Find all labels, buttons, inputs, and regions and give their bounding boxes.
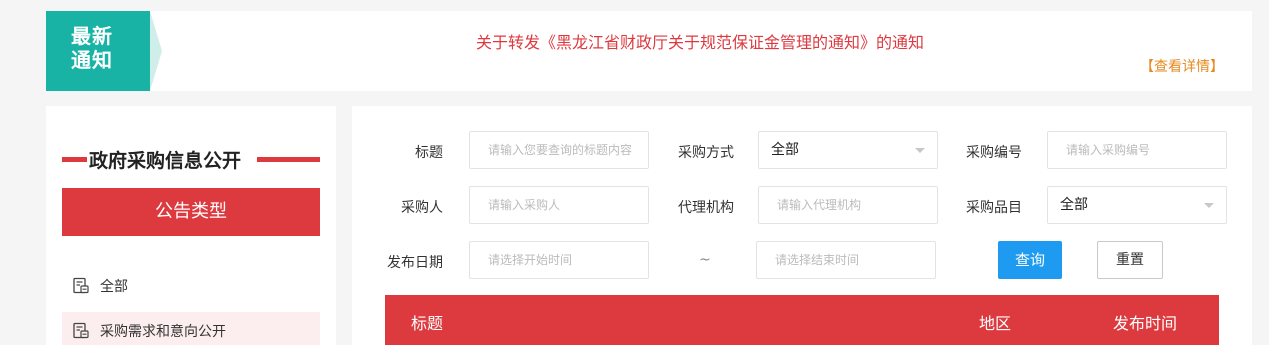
query-button[interactable]: 查询 bbox=[998, 241, 1062, 279]
badge-line-1: 最新 bbox=[71, 24, 113, 48]
sidebar: 政府采购信息公开 公告类型 全部 采购需求和意向公开 bbox=[46, 106, 336, 345]
announcement-type-header: 公告类型 bbox=[62, 188, 320, 236]
heading-decor-right bbox=[257, 157, 320, 162]
buyer-input[interactable]: 请输入采购人 bbox=[469, 186, 649, 224]
title-input[interactable]: 请输入您要查询的标题内容 bbox=[469, 131, 649, 169]
method-select[interactable]: 全部 bbox=[758, 131, 938, 169]
date-label: 发布日期 bbox=[387, 255, 443, 271]
sidebar-heading: 政府采购信息公开 bbox=[62, 146, 320, 172]
category-label: 采购品目 bbox=[966, 200, 1022, 216]
badge-arrow-tip bbox=[150, 11, 162, 91]
sidebar-item-procurement-intent[interactable]: 采购需求和意向公开 bbox=[62, 312, 320, 345]
view-details-link[interactable]: 【查看详情】 bbox=[1140, 56, 1224, 76]
category-select-value: 全部 bbox=[1060, 197, 1088, 213]
agency-label: 代理机构 bbox=[678, 200, 734, 216]
end-date-input[interactable]: 请选择结束时间 bbox=[756, 241, 936, 279]
sidebar-heading-text: 政府采购信息公开 bbox=[89, 150, 242, 172]
column-header-title: 标题 bbox=[411, 314, 444, 333]
start-date-input[interactable]: 请选择开始时间 bbox=[469, 241, 649, 279]
chevron-down-icon bbox=[1204, 203, 1214, 208]
search-panel: 标题 请输入您要查询的标题内容 采购方式 全部 采购编号 请输入采购编号 采购人… bbox=[352, 106, 1252, 345]
chevron-down-icon bbox=[915, 148, 925, 153]
column-header-publish-time: 发布时间 bbox=[1113, 314, 1178, 333]
heading-decor-left bbox=[62, 157, 87, 162]
latest-notice-badge: 最新 通知 bbox=[46, 11, 150, 91]
notice-bar: 最新 通知 关于转发《黑龙江省财政厅关于规范保证金管理的通知》的通知 【查看详情… bbox=[46, 11, 1252, 91]
date-separator: ~ bbox=[699, 252, 711, 268]
sidebar-item-all[interactable]: 全部 bbox=[62, 267, 320, 305]
sidebar-item-label: 采购需求和意向公开 bbox=[100, 324, 226, 340]
sidebar-item-label: 全部 bbox=[100, 279, 128, 295]
method-label: 采购方式 bbox=[678, 145, 734, 161]
code-label: 采购编号 bbox=[966, 145, 1022, 161]
agency-input[interactable]: 请输入代理机构 bbox=[758, 186, 938, 224]
code-input[interactable]: 请输入采购编号 bbox=[1047, 131, 1227, 169]
method-select-value: 全部 bbox=[771, 142, 799, 158]
document-icon bbox=[73, 322, 89, 339]
title-label: 标题 bbox=[415, 145, 443, 161]
document-icon bbox=[73, 277, 89, 294]
column-header-region: 地区 bbox=[979, 314, 1012, 333]
reset-button[interactable]: 重置 bbox=[1097, 241, 1163, 279]
notice-title-link[interactable]: 关于转发《黑龙江省财政厅关于规范保证金管理的通知》的通知 bbox=[476, 29, 924, 53]
badge-line-2: 通知 bbox=[71, 48, 113, 72]
results-table-header: 标题 地区 发布时间 bbox=[385, 295, 1219, 345]
category-select[interactable]: 全部 bbox=[1047, 186, 1227, 224]
buyer-label: 采购人 bbox=[401, 200, 443, 216]
